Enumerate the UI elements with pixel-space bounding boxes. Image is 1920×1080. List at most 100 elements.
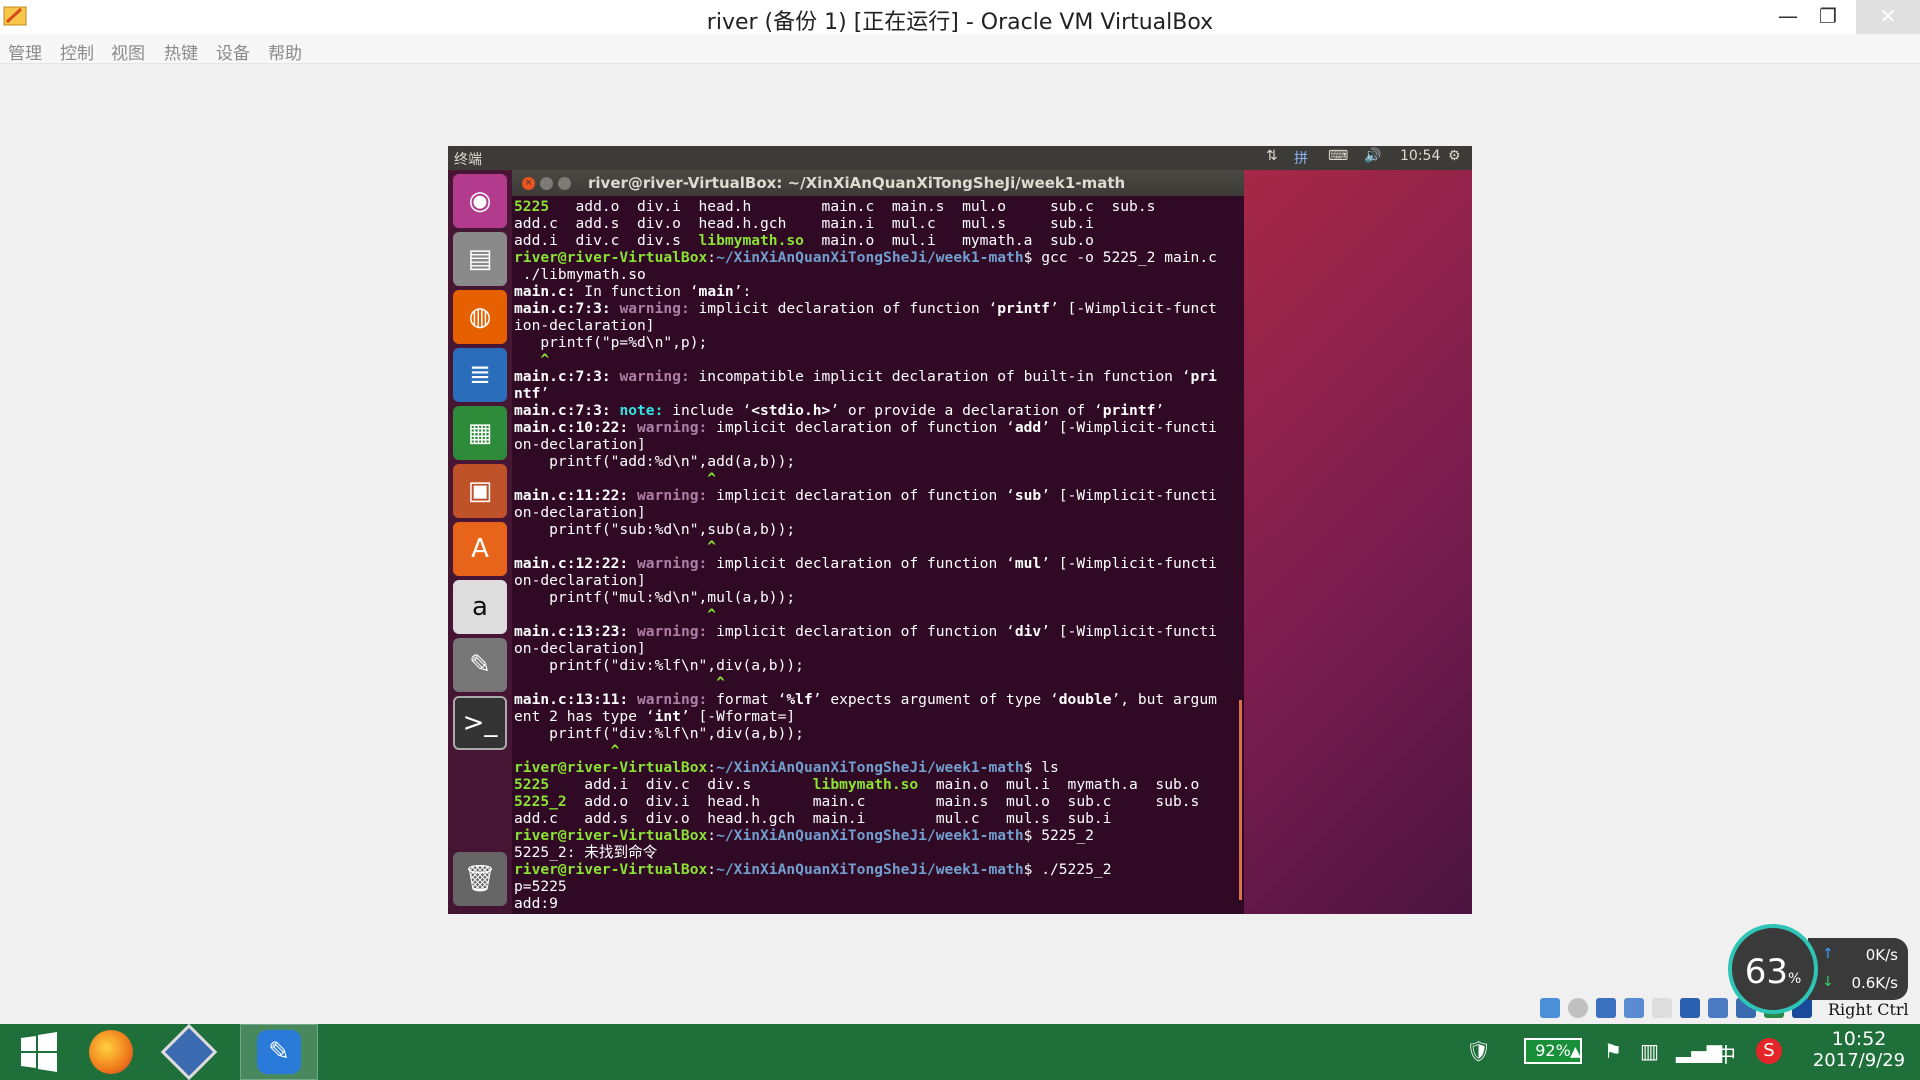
terminal-text: printf	[1102, 402, 1156, 419]
menu-manage[interactable]: 管理	[8, 39, 42, 64]
sogou-ime-icon[interactable]: S	[1756, 1038, 1782, 1064]
topbar-clock[interactable]: 10:54	[1400, 148, 1440, 164]
terminal-output[interactable]: 5225 add.o div.i head.h main.c main.s mu…	[514, 198, 1242, 912]
terminal-text: add.i div.c div.s	[549, 776, 813, 793]
terminal-text: $ ./5225_2	[1023, 861, 1112, 878]
menu-bar: 管理 控制 视图 热键 设备 帮助	[0, 34, 1920, 64]
terminal-line: p=5225	[514, 878, 1242, 895]
terminal-text: on-declaration]	[514, 640, 646, 657]
terminal-line: on-declaration]	[514, 640, 1242, 657]
terminal-text: printf("sub:%d\n",sub(a,b));	[514, 521, 796, 538]
terminal-text: In function ‘	[575, 283, 699, 300]
terminal-line: 5225_2 add.o div.i head.h main.c main.s …	[514, 793, 1242, 810]
menu-help[interactable]: 帮助	[268, 39, 302, 64]
vm-display[interactable]: 终端 ⇅ 拼 ⌨ 🔊 10:54 ⚙ ◉ ▤ ◍ ≣ ▦ ▣ A a ✎ >_ …	[448, 146, 1472, 914]
audio-icon[interactable]	[1596, 998, 1616, 1018]
taskbar-notes[interactable]: ✎	[240, 1024, 318, 1080]
close-button[interactable]: ✕	[1856, 0, 1920, 34]
terminal-line: main.c:13:23: warning: implicit declarat…	[514, 623, 1242, 640]
menu-view[interactable]: 视图	[111, 39, 145, 64]
terminal-minimize-button[interactable]	[540, 177, 553, 190]
show-hidden-icons-button[interactable]: ▲	[1570, 1044, 1581, 1060]
terminal-scrollbar[interactable]	[1239, 700, 1242, 900]
security-shield-icon[interactable]: 🛡	[1466, 1039, 1491, 1063]
terminal-text: ’, but argum	[1111, 691, 1217, 708]
start-button[interactable]	[0, 1024, 78, 1080]
network-adapter-icon[interactable]	[1624, 998, 1644, 1018]
terminal-text: warning:	[637, 691, 717, 708]
unity-launcher: ◉ ▤ ◍ ≣ ▦ ▣ A a ✎ >_ 🗑	[448, 170, 512, 914]
dash-home-icon[interactable]: ◉	[453, 174, 507, 228]
terminal-text: int	[654, 708, 681, 725]
terminal-text: p=5225	[514, 878, 567, 895]
terminal-line: ^	[514, 742, 1242, 759]
speed-monitor-widget[interactable]: 0K/s 0.6K/s ↑ ↓ 63%	[1728, 924, 1908, 1014]
volume-icon[interactable]: 🔊	[1364, 148, 1381, 164]
terminal-text: :	[707, 249, 717, 266]
terminal-text: ~/XinXiAnQuanXiTongSheJi/week1-math	[716, 861, 1024, 878]
menu-control[interactable]: 控制	[60, 39, 94, 64]
terminal-text: main.c:7:3:	[514, 300, 620, 317]
terminal-text: on-declaration]	[514, 504, 646, 521]
terminal-text: main.o mul.i mymath.a sub.o	[803, 232, 1094, 249]
gear-icon[interactable]: ⚙	[1448, 148, 1461, 164]
terminal-line: printf("sub:%d\n",sub(a,b));	[514, 521, 1242, 538]
clock-time: 10:52	[1831, 1028, 1887, 1050]
menu-devices[interactable]: 设备	[216, 39, 250, 64]
taskbar-virtualbox[interactable]	[150, 1023, 228, 1080]
firefox-icon[interactable]: ◍	[453, 290, 507, 344]
terminal-line: main.c:13:11: warning: format ‘%lf’ expe…	[514, 691, 1242, 708]
terminal-maximize-button[interactable]	[558, 177, 571, 190]
upload-arrow-icon: ↑	[1822, 946, 1834, 962]
terminal-icon[interactable]: >_	[453, 696, 507, 750]
firefox-icon	[89, 1030, 133, 1074]
input-method-icon[interactable]: 拼	[1294, 148, 1308, 168]
terminal-text: ^	[514, 742, 620, 759]
terminal-text: ’ [-Wimplicit-functi	[1041, 487, 1217, 504]
terminal-text: implicit declaration of function ‘	[698, 300, 998, 317]
terminal-text: main.o mul.i mymath.a sub.o	[918, 776, 1200, 793]
terminal-text: ’ or provide a declaration of ‘	[830, 402, 1103, 419]
terminal-text: ~/XinXiAnQuanXiTongSheJi/week1-math	[716, 827, 1024, 844]
software-center-icon[interactable]: A	[453, 522, 507, 576]
amazon-icon[interactable]: a	[453, 580, 507, 634]
keyboard-icon[interactable]: ⌨	[1328, 148, 1348, 164]
terminal-line: printf("div:%lf\n",div(a,b));	[514, 657, 1242, 674]
terminal-window[interactable]: × river@river-VirtualBox: ~/XinXiAnQuanX…	[512, 170, 1244, 914]
impress-icon[interactable]: ▣	[453, 464, 507, 518]
terminal-line: ^	[514, 351, 1242, 368]
settings-icon[interactable]: ✎	[453, 638, 507, 692]
hdd-icon[interactable]	[1540, 998, 1560, 1018]
display-icon[interactable]	[1708, 998, 1728, 1018]
terminal-text: main.c:7:3:	[514, 402, 620, 419]
terminal-text: ion-declaration]	[514, 317, 655, 334]
terminal-line: river@river-VirtualBox:~/XinXiAnQuanXiTo…	[514, 827, 1242, 844]
trash-icon[interactable]: 🗑	[453, 852, 507, 906]
terminal-text: add.o div.i head.h main.c main.s mul.o s…	[566, 793, 1200, 810]
optical-drive-icon[interactable]	[1568, 998, 1588, 1018]
terminal-line: main.c:7:3: warning: implicit declaratio…	[514, 300, 1242, 317]
terminal-titlebar: × river@river-VirtualBox: ~/XinXiAnQuanX…	[512, 170, 1244, 196]
menu-hotkey[interactable]: 热键	[164, 39, 198, 64]
files-icon[interactable]: ▤	[453, 232, 507, 286]
taskbar-clock[interactable]: 10:52 2017/9/29	[1804, 1028, 1914, 1071]
usb-icon[interactable]	[1652, 998, 1672, 1018]
terminal-text: add	[1014, 419, 1042, 436]
maximize-button[interactable]: ❐	[1802, 0, 1854, 34]
writer-icon[interactable]: ≣	[453, 348, 507, 402]
taskbar-firefox[interactable]	[72, 1024, 150, 1080]
power-icon[interactable]: ▥	[1640, 1039, 1659, 1063]
download-arrow-icon: ↓	[1822, 974, 1834, 990]
ime-indicator[interactable]: 中	[1716, 1039, 1736, 1068]
terminal-text: ^	[514, 674, 725, 691]
terminal-text: $ ls	[1023, 759, 1059, 776]
terminal-line: add.c add.s div.o head.h.gch main.i mul.…	[514, 215, 1242, 232]
network-icon[interactable]: ⇅	[1266, 148, 1278, 164]
terminal-text: ’:	[733, 283, 752, 300]
terminal-text: main.c:12:22:	[514, 555, 638, 572]
flag-icon[interactable]: ⚑	[1604, 1039, 1622, 1063]
shared-folder-icon[interactable]	[1680, 998, 1700, 1018]
terminal-text: ’ [-Wformat=]	[680, 708, 796, 725]
terminal-close-button[interactable]: ×	[522, 177, 535, 190]
calc-icon[interactable]: ▦	[453, 406, 507, 460]
